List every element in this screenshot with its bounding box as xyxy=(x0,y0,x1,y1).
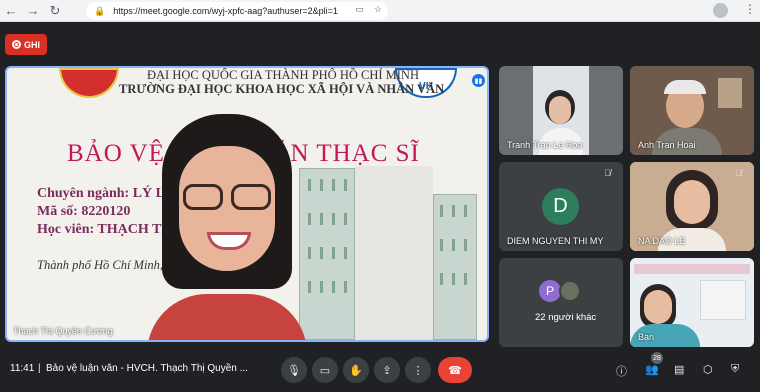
self-tile[interactable]: Bạn xyxy=(630,258,754,347)
host-controls-icon[interactable]: ⛨ xyxy=(731,363,739,376)
hand-icon: ✋ xyxy=(349,364,363,377)
slide-header-line2: TRƯỜNG ĐẠI HỌC KHOA HỌC XÃ HỘI VÀ NHÂN V… xyxy=(119,82,445,96)
more-options-button[interactable]: ⋮ xyxy=(405,357,431,383)
people-icon[interactable]: 👥 xyxy=(645,363,659,376)
raise-hand-button[interactable]: ✋ xyxy=(343,357,369,383)
meeting-controls-bar: 11:41 | Bảo vệ luận văn - HVCH. Thạch Th… xyxy=(0,350,760,392)
present-screen-icon: ⇪ xyxy=(382,364,392,377)
self-name: Bạn xyxy=(638,332,655,342)
url-text: https://meet.google.com/wyj-xpfc-aag?aut… xyxy=(113,6,338,16)
speaking-indicator-icon: ▮▮ xyxy=(472,74,485,87)
end-call-icon: ☎ xyxy=(448,364,462,377)
participant-tile[interactable]: 🎙̸ NA DAO LE xyxy=(630,162,754,251)
building-illustration-left xyxy=(299,168,355,340)
recording-label: GHI xyxy=(23,39,40,50)
forward-icon[interactable]: → xyxy=(22,0,44,22)
leave-call-button[interactable]: ☎ xyxy=(438,357,472,383)
browser-toolbar: ← → ↻ 🔒 https://meet.google.com/wyj-xpfc… xyxy=(0,0,760,22)
address-bar[interactable]: 🔒 https://meet.google.com/wyj-xpfc-aag?a… xyxy=(86,2,388,20)
reload-icon[interactable]: ↻ xyxy=(44,0,66,22)
participant-count-badge: 28 xyxy=(651,352,663,364)
participant-avatar-photo xyxy=(559,280,581,302)
participant-name: Anh Tran Hoai xyxy=(638,140,696,150)
chat-icon[interactable]: ▤ xyxy=(674,363,684,376)
more-vert-icon: ⋮ xyxy=(412,364,424,377)
activities-icon[interactable]: ⬡ xyxy=(703,363,713,376)
participant-tile[interactable]: 🎙̸ D DIEM NGUYEN THI MY xyxy=(499,162,623,251)
mic-off-icon: 🎙̸ xyxy=(735,168,742,178)
camera-icon: ▭ xyxy=(319,364,331,377)
participant-avatar: P xyxy=(539,280,561,302)
lock-icon: 🔒 xyxy=(94,5,106,16)
participant-tile-others[interactable]: P 22 người khác xyxy=(499,258,623,347)
participant-name: Tranh Tran Le Hoa xyxy=(507,140,583,150)
others-count-label: 22 người khác xyxy=(535,312,597,323)
presenter-video xyxy=(147,114,307,340)
mic-off-icon: 🎙̸ xyxy=(604,168,611,178)
slide-header-line1: ĐẠI HỌC QUỐC GIA THÀNH PHỐ HỒ CHÍ MINH xyxy=(147,68,419,82)
participant-tile[interactable]: Anh Tran Hoai xyxy=(630,66,754,155)
profile-avatar[interactable] xyxy=(713,3,728,18)
participant-name: DIEM NGUYEN THI MY xyxy=(507,236,604,246)
participant-avatar: D xyxy=(542,188,579,225)
participant-tile[interactable]: Tranh Tran Le Hoa xyxy=(499,66,623,155)
university-logo-left xyxy=(59,68,119,98)
record-icon xyxy=(11,40,21,49)
camera-button[interactable]: ▭ xyxy=(312,357,338,383)
bookmark-star-icon[interactable]: ☆ xyxy=(374,4,382,15)
building-illustration-center xyxy=(355,166,433,340)
browser-menu-icon[interactable]: ⋮ xyxy=(744,2,756,16)
camera-icon[interactable]: ▭ xyxy=(355,4,364,15)
slide-city: Thành phố Hồ Chí Minh, xyxy=(37,258,164,272)
microphone-button[interactable]: 🎙 xyxy=(281,357,307,383)
present-button[interactable]: ⇪ xyxy=(374,357,400,383)
mic-icon: 🎙 xyxy=(287,364,301,377)
presenter-name: Thạch Thị Quyên Cương xyxy=(13,326,113,336)
participant-name: NA DAO LE xyxy=(638,236,686,246)
recording-button[interactable]: GHI xyxy=(5,34,47,55)
slide-field: Chuyên ngành: LÝ L xyxy=(37,186,165,201)
slide-code: Mã số: 8220120 xyxy=(37,204,131,219)
meeting-title: Bảo vệ luận văn - HVCH. Thạch Thị Quyền … xyxy=(46,363,248,374)
meeting-time: 11:41 xyxy=(10,363,35,374)
back-icon[interactable]: ← xyxy=(0,0,22,22)
info-icon[interactable]: ⓘ xyxy=(616,363,627,379)
presenter-tile[interactable]: VH ĐẠI HỌC QUỐC GIA THÀNH PHỐ HỒ CHÍ MIN… xyxy=(5,66,489,342)
building-illustration-right xyxy=(433,194,477,340)
separator: | xyxy=(38,363,41,374)
